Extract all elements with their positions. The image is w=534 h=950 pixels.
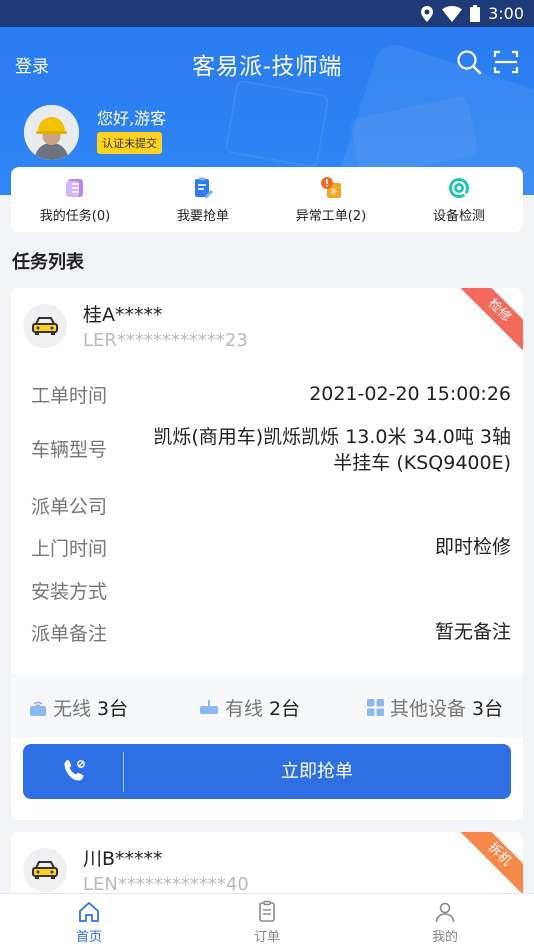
greeting-text: 您好,游客 — [97, 109, 167, 128]
battery-icon — [470, 5, 481, 22]
status-bar: 3:00 — [0, 0, 534, 27]
svg-text:补: 补 — [331, 187, 338, 196]
wifi-icon — [442, 5, 463, 22]
detail-label: 上门时间 — [31, 538, 108, 560]
nav-mine[interactable]: 我的 — [356, 894, 534, 950]
nav-home[interactable]: 首页 — [0, 894, 178, 950]
device-wired-label: 有线 — [225, 698, 264, 720]
device-wired-count: 2台 — [269, 698, 301, 720]
detail-label: 派单公司 — [31, 496, 108, 518]
device-check-button[interactable]: 设备检测 — [395, 167, 523, 232]
detail-label: 安装方式 — [31, 581, 108, 603]
detail-label: 车辆型号 — [31, 439, 108, 461]
device-wireless-count: 3台 — [97, 698, 129, 720]
detail-value: 暂无备注 — [434, 621, 511, 643]
wireless-device-icon — [30, 701, 46, 716]
grab-order-button[interactable]: 我要抢单 — [139, 167, 267, 232]
avatar[interactable] — [24, 105, 79, 160]
device-check-icon — [449, 177, 469, 198]
phone-icon[interactable] — [61, 757, 89, 785]
car-icon — [32, 861, 58, 879]
bottom-navigation: 首页 订单 我的 — [0, 893, 534, 950]
other-device-icon — [367, 699, 384, 716]
device-wired: 有线 2台 — [199, 694, 300, 721]
device-other: 其他设备 3台 — [367, 694, 503, 721]
nav-home-label: 首页 — [75, 929, 102, 945]
detail-value: 半挂车 (KSQ9400E) — [333, 452, 511, 474]
nav-orders[interactable]: 订单 — [178, 894, 356, 950]
location-icon — [421, 5, 434, 22]
status-time: 3:00 — [488, 4, 524, 23]
task-card[interactable]: 检修 桂A***** LER************23 工单时间 2021-0… — [11, 288, 523, 820]
worker-avatar-icon — [24, 105, 79, 160]
nav-mine-label: 我的 — [431, 929, 458, 945]
grab-order-label: 我要抢单 — [176, 208, 229, 224]
detail-value: 凯烁(商用车)凯烁凯烁 13.0米 34.0吨 3轴 — [153, 426, 511, 448]
section-title: 任务列表 — [12, 252, 84, 273]
license-plate: 川B***** — [83, 848, 163, 870]
vin-number: LER************23 — [83, 330, 248, 351]
abnormal-orders-label: 异常工单(2) — [295, 208, 367, 224]
vin-number: LEN************40 — [83, 874, 249, 895]
scan-icon[interactable] — [493, 49, 519, 75]
nav-orders-label: 订单 — [253, 929, 280, 945]
app-title: 客易派-技师端 — [192, 54, 342, 80]
orders-icon — [259, 900, 275, 922]
grab-order-icon — [195, 177, 213, 198]
detail-value: 即时检修 — [434, 536, 511, 558]
grab-order-now-label: 立即抢单 — [281, 761, 353, 782]
detail-label: 派单备注 — [31, 623, 108, 645]
my-tasks-button[interactable]: 我的任务(0) — [11, 167, 139, 232]
detail-value: 2021-02-20 15:00:26 — [309, 383, 511, 405]
search-icon[interactable] — [456, 49, 482, 75]
task-type-ribbon: 拆机 — [455, 832, 523, 899]
quick-actions: 我的任务(0) 我要抢单 补 异常工单(2) 设备检测 — [11, 167, 523, 232]
abnormal-orders-button[interactable]: 补 异常工单(2) — [267, 167, 395, 232]
device-wireless: 无线 3台 — [29, 694, 128, 721]
device-other-count: 3台 — [472, 698, 504, 720]
my-tasks-label: 我的任务(0) — [39, 208, 111, 224]
detail-label: 工单时间 — [31, 385, 108, 407]
license-plate: 桂A***** — [83, 304, 163, 326]
wired-device-icon — [200, 699, 218, 714]
header-decoration — [224, 79, 330, 169]
tasks-icon — [66, 178, 83, 197]
task-card[interactable]: 拆机 川B***** LEN************40 — [11, 832, 523, 902]
car-icon — [32, 317, 58, 335]
grab-order-now-button[interactable]: 立即抢单 — [23, 744, 511, 799]
device-summary: 无线 3台 有线 2台 其他设备 3台 — [11, 674, 523, 738]
task-type-ribbon: 检修 — [455, 288, 523, 355]
vehicle-avatar — [23, 848, 67, 892]
vehicle-avatar — [23, 304, 67, 348]
device-check-label: 设备检测 — [432, 208, 485, 224]
home-icon — [79, 901, 99, 922]
certification-status-badge[interactable]: 认证未提交 — [97, 132, 162, 154]
device-wireless-label: 无线 — [53, 698, 92, 720]
user-icon — [435, 902, 455, 922]
device-other-label: 其他设备 — [390, 698, 467, 720]
abnormal-order-icon: 补 — [321, 176, 341, 198]
